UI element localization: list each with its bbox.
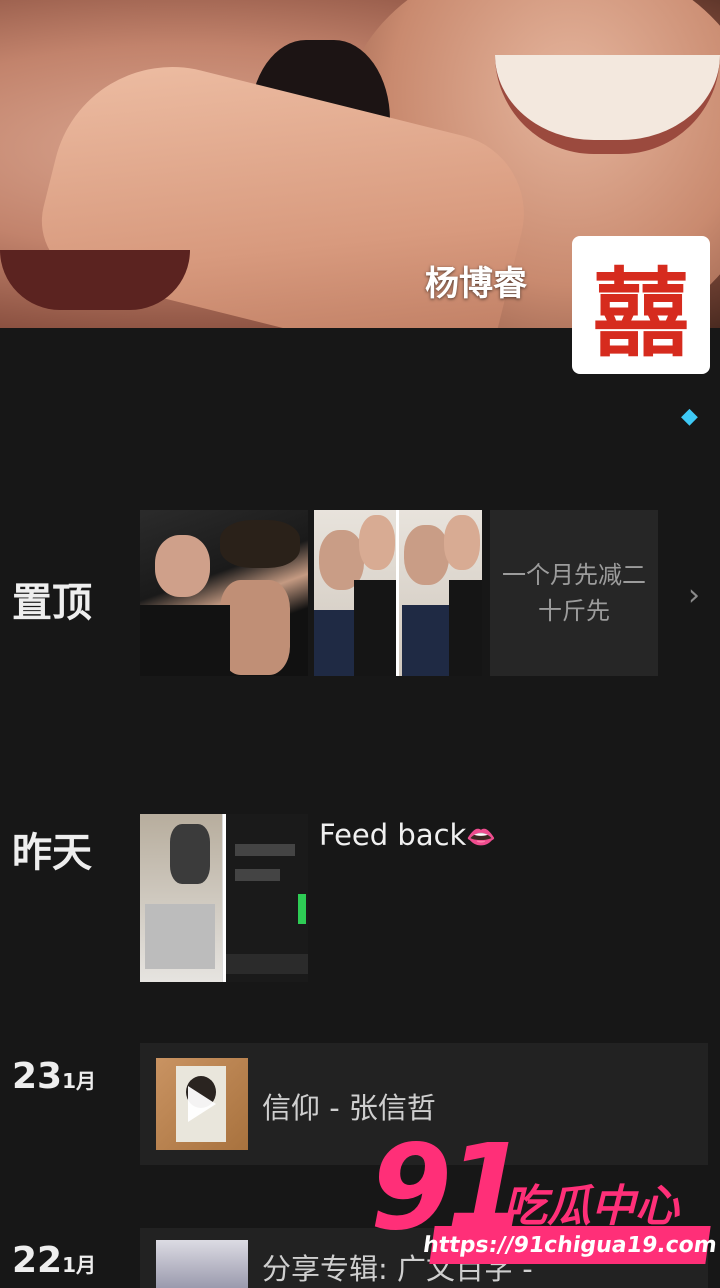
avatar-character: 囍 [593, 256, 689, 370]
pinned-text-post[interactable]: 一个月先减二十斤先 [490, 510, 658, 676]
date-label-jan22: 221月 [12, 1236, 96, 1282]
date-month: 1月 [62, 1069, 97, 1093]
play-icon[interactable] [188, 1086, 216, 1122]
pinned-photo-1[interactable] [140, 510, 308, 676]
date-label-jan23: 231月 [12, 1052, 96, 1098]
yesterday-post-title: Feed back [319, 818, 467, 852]
pinned-photo-2[interactable] [314, 510, 482, 676]
yesterday-thumbnail[interactable] [140, 814, 308, 982]
watermark-url: https://91chigua19.com [421, 1226, 719, 1264]
chevron-right-icon[interactable]: › [688, 578, 700, 613]
profile-avatar[interactable]: 囍 [572, 236, 710, 374]
yesterday-post[interactable]: Feed back👄 [319, 818, 496, 852]
album-cover [156, 1058, 248, 1150]
date-month: 1月 [62, 1253, 97, 1277]
profile-name: 杨博睿 [425, 264, 527, 304]
section-label-pinned: 置顶 [12, 580, 92, 626]
date-day: 23 [12, 1056, 63, 1097]
cover-mouth [0, 250, 190, 310]
pinned-text-content: 一个月先减二十斤先 [502, 561, 646, 625]
watermark-text: 吃瓜中心 [503, 1181, 679, 1232]
diamond-icon[interactable]: ◆ [681, 404, 698, 429]
album-share-cover [156, 1240, 248, 1288]
lips-icon: 👄 [466, 823, 497, 851]
date-day: 22 [12, 1240, 63, 1281]
section-label-yesterday: 昨天 [12, 830, 92, 876]
